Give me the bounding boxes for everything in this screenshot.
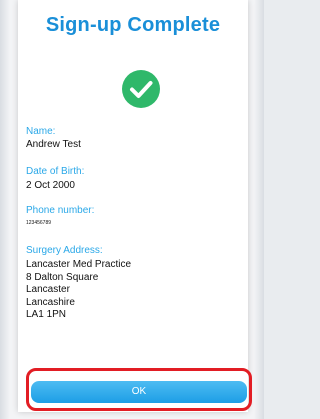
address-line: Lancashire [26, 296, 75, 308]
name-value: Andrew Test [26, 139, 81, 150]
check-circle-icon [122, 70, 160, 108]
dob-value: 2 Oct 2000 [26, 180, 75, 191]
surgery-address-label: Surgery Address: [26, 245, 103, 256]
screen-background: Sign-up Complete Name: Andrew Test Date … [0, 0, 264, 419]
address-line: LA1 1PN [26, 309, 67, 320]
signup-complete-card: Sign-up Complete Name: Andrew Test Date … [18, 0, 248, 412]
address-line: 8 Dalton Square [26, 271, 99, 283]
address-line: Lancaster Med Practice [26, 259, 132, 270]
ok-button[interactable]: OK [31, 381, 247, 403]
name-label: Name: [26, 126, 56, 137]
page-title: Sign-up Complete [45, 14, 221, 36]
phone-value: 123456789 [26, 220, 52, 226]
address-line: Lancaster [26, 284, 70, 295]
dob-label: Date of Birth: [26, 166, 85, 177]
phone-label: Phone number: [26, 205, 95, 216]
